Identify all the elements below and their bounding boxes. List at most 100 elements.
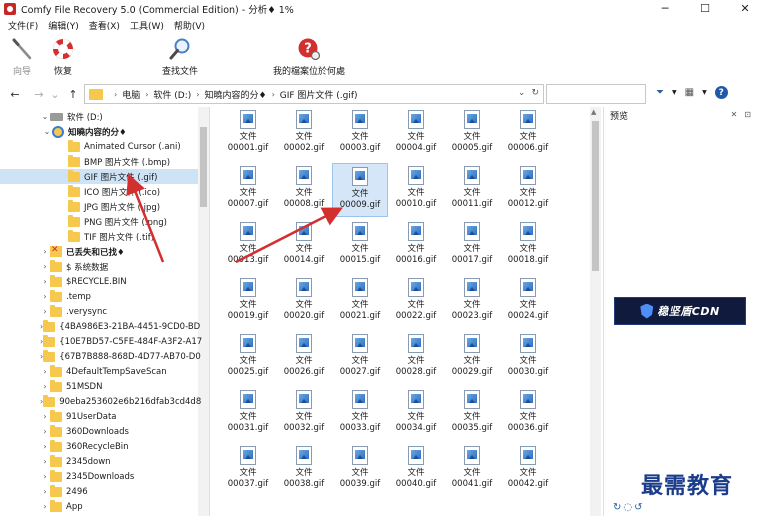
file-item[interactable]: 文件 00026.gif xyxy=(276,331,332,385)
file-item[interactable]: 文件 00014.gif xyxy=(276,219,332,273)
expand-chevron-icon[interactable]: › xyxy=(40,247,50,256)
expand-chevron-icon[interactable]: › xyxy=(40,472,50,481)
tree-item[interactable]: BMP 图片文件 (.bmp) xyxy=(0,154,198,169)
file-item[interactable]: 文件 00025.gif xyxy=(220,331,276,385)
restore-button[interactable]: 恢复 xyxy=(44,34,82,78)
expand-chevron-icon[interactable]: ⌄ xyxy=(42,127,52,136)
tree-item[interactable]: JPG 图片文件 (.jpg) xyxy=(0,199,198,214)
menu-help[interactable]: 帮助(V) xyxy=(169,19,210,32)
close-button[interactable]: ✕ xyxy=(725,0,765,17)
expand-chevron-icon[interactable]: › xyxy=(40,277,50,286)
dock-icon[interactable]: ⊡ xyxy=(744,110,751,119)
file-item[interactable]: 文件 00006.gif xyxy=(500,107,556,161)
grid-scrollbar[interactable]: ▲ xyxy=(590,107,601,516)
pin-icon[interactable]: ✕ xyxy=(731,110,738,119)
file-item[interactable]: 文件 00039.gif xyxy=(332,443,388,497)
minimize-button[interactable]: ─ xyxy=(645,0,685,17)
tree-scrollbar[interactable] xyxy=(198,107,209,516)
file-item[interactable]: 文件 00020.gif xyxy=(276,275,332,329)
tree-item[interactable]: › .verysync xyxy=(0,304,198,319)
tree-item[interactable]: › $ 系统数据 xyxy=(0,259,198,274)
help-icon[interactable]: ? xyxy=(714,86,728,99)
tree-item[interactable]: › {67B7B888-868D-4D77-AB70-D0 xyxy=(0,349,201,364)
file-item[interactable]: 文件 00027.gif xyxy=(332,331,388,385)
expand-chevron-icon[interactable]: › xyxy=(40,412,50,421)
view-icon[interactable]: ▦ xyxy=(685,87,694,98)
expand-chevron-icon[interactable]: › xyxy=(40,367,50,376)
file-item[interactable]: 文件 00033.gif xyxy=(332,387,388,441)
path-computer[interactable]: 电脑 xyxy=(122,88,140,101)
file-item[interactable]: 文件 00037.gif xyxy=(220,443,276,497)
wizard-button[interactable]: 向导 xyxy=(4,34,40,78)
tree-item[interactable]: ⌄ 软件 (D:) xyxy=(0,109,198,124)
expand-chevron-icon[interactable]: › xyxy=(40,442,50,451)
forward-button[interactable]: → xyxy=(32,88,46,101)
address-dropdown-icon[interactable]: ⌄ xyxy=(518,88,526,98)
tree-item[interactable]: › 已丢失和已找♦ xyxy=(0,244,198,259)
file-item[interactable]: 文件 00040.gif xyxy=(388,443,444,497)
file-item[interactable]: 文件 00042.gif xyxy=(500,443,556,497)
file-item[interactable]: 文件 00009.gif xyxy=(332,163,388,217)
file-item[interactable]: 文件 00001.gif xyxy=(220,107,276,161)
expand-chevron-icon[interactable]: › xyxy=(40,457,50,466)
back-button[interactable]: ← xyxy=(8,88,22,101)
tree-item[interactable]: › {10E7BD57-C5FE-484F-A3F2-A17 xyxy=(0,334,202,349)
expand-chevron-icon[interactable]: › xyxy=(40,307,50,316)
path-gif[interactable]: GIF 图片文件 (.gif) xyxy=(280,88,358,101)
where-are-files-button[interactable]: ? 我的檔案位於何處 xyxy=(264,34,354,78)
file-item[interactable]: 文件 00003.gif xyxy=(332,107,388,161)
tree-item[interactable]: Animated Cursor (.ani) xyxy=(0,139,198,154)
filter-dropdown-icon[interactable]: ▼ xyxy=(672,89,677,96)
menu-view[interactable]: 查看(X) xyxy=(84,19,125,32)
file-item[interactable]: 文件 00030.gif xyxy=(500,331,556,385)
file-item[interactable]: 文件 00023.gif xyxy=(444,275,500,329)
find-files-button[interactable]: 查找文件 xyxy=(150,34,210,78)
expand-chevron-icon[interactable]: › xyxy=(40,292,50,301)
menu-edit[interactable]: 编辑(Y) xyxy=(43,19,84,32)
file-item[interactable]: 文件 00034.gif xyxy=(388,387,444,441)
tree-item[interactable]: › .temp xyxy=(0,289,198,304)
tree-item[interactable]: › 51MSDN xyxy=(0,379,198,394)
expand-chevron-icon[interactable]: ⌄ xyxy=(40,112,50,121)
file-item[interactable]: 文件 00032.gif xyxy=(276,387,332,441)
file-item[interactable]: 文件 00024.gif xyxy=(500,275,556,329)
tree-scroll-thumb[interactable] xyxy=(200,127,207,207)
file-item[interactable]: 文件 00010.gif xyxy=(388,163,444,217)
tree-item[interactable]: › 90eba253602e6b216dfab3cd4d8 xyxy=(0,394,201,409)
file-item[interactable]: 文件 00011.gif xyxy=(444,163,500,217)
file-item[interactable]: 文件 00012.gif xyxy=(500,163,556,217)
refresh-icon[interactable]: ↻ xyxy=(531,88,539,98)
file-item[interactable]: 文件 00018.gif xyxy=(500,219,556,273)
file-item[interactable]: 文件 00036.gif xyxy=(500,387,556,441)
file-item[interactable]: 文件 00016.gif xyxy=(388,219,444,273)
file-item[interactable]: 文件 00028.gif xyxy=(388,331,444,385)
tree-item[interactable]: › 91UserData xyxy=(0,409,198,424)
tree-item[interactable]: › 2345Downloads xyxy=(0,469,198,484)
file-item[interactable]: 文件 00017.gif xyxy=(444,219,500,273)
expand-chevron-icon[interactable]: › xyxy=(40,502,50,511)
filter-icon[interactable]: ⏷ xyxy=(656,87,664,98)
expand-chevron-icon[interactable]: › xyxy=(40,427,50,436)
address-bar[interactable]: › 电脑 › 软件 (D:) › 知曉内容的分♦ › GIF 图片文件 (.gi… xyxy=(84,84,544,104)
file-item[interactable]: 文件 00038.gif xyxy=(276,443,332,497)
menu-tools[interactable]: 工具(W) xyxy=(125,19,169,32)
history-dropdown[interactable]: ⌄ xyxy=(48,88,62,101)
file-item[interactable]: 文件 00031.gif xyxy=(220,387,276,441)
tree-item[interactable]: ⌄ 知曉内容的分♦ xyxy=(0,124,198,139)
tree-item[interactable]: ICO 图片文件 (.ico) xyxy=(0,184,198,199)
tree-item[interactable]: › 4DefaultTempSaveScan xyxy=(0,364,198,379)
scroll-up-icon[interactable]: ▲ xyxy=(591,108,596,116)
file-item[interactable]: 文件 00019.gif xyxy=(220,275,276,329)
tree-item[interactable]: › 360RecycleBin xyxy=(0,439,198,454)
file-item[interactable]: 文件 00041.gif xyxy=(444,443,500,497)
up-button[interactable]: ↑ xyxy=(66,88,80,101)
tree-item[interactable]: › {4BA986E3-21BA-4451-9CD0-BD xyxy=(0,319,200,334)
search-input[interactable] xyxy=(546,84,646,104)
expand-chevron-icon[interactable]: › xyxy=(40,262,50,271)
file-item[interactable]: 文件 00005.gif xyxy=(444,107,500,161)
file-item[interactable]: 文件 00035.gif xyxy=(444,387,500,441)
tree-item[interactable]: GIF 图片文件 (.gif) xyxy=(0,169,198,184)
grid-scroll-thumb[interactable] xyxy=(592,121,599,271)
file-item[interactable]: 文件 00021.gif xyxy=(332,275,388,329)
file-item[interactable]: 文件 00008.gif xyxy=(276,163,332,217)
